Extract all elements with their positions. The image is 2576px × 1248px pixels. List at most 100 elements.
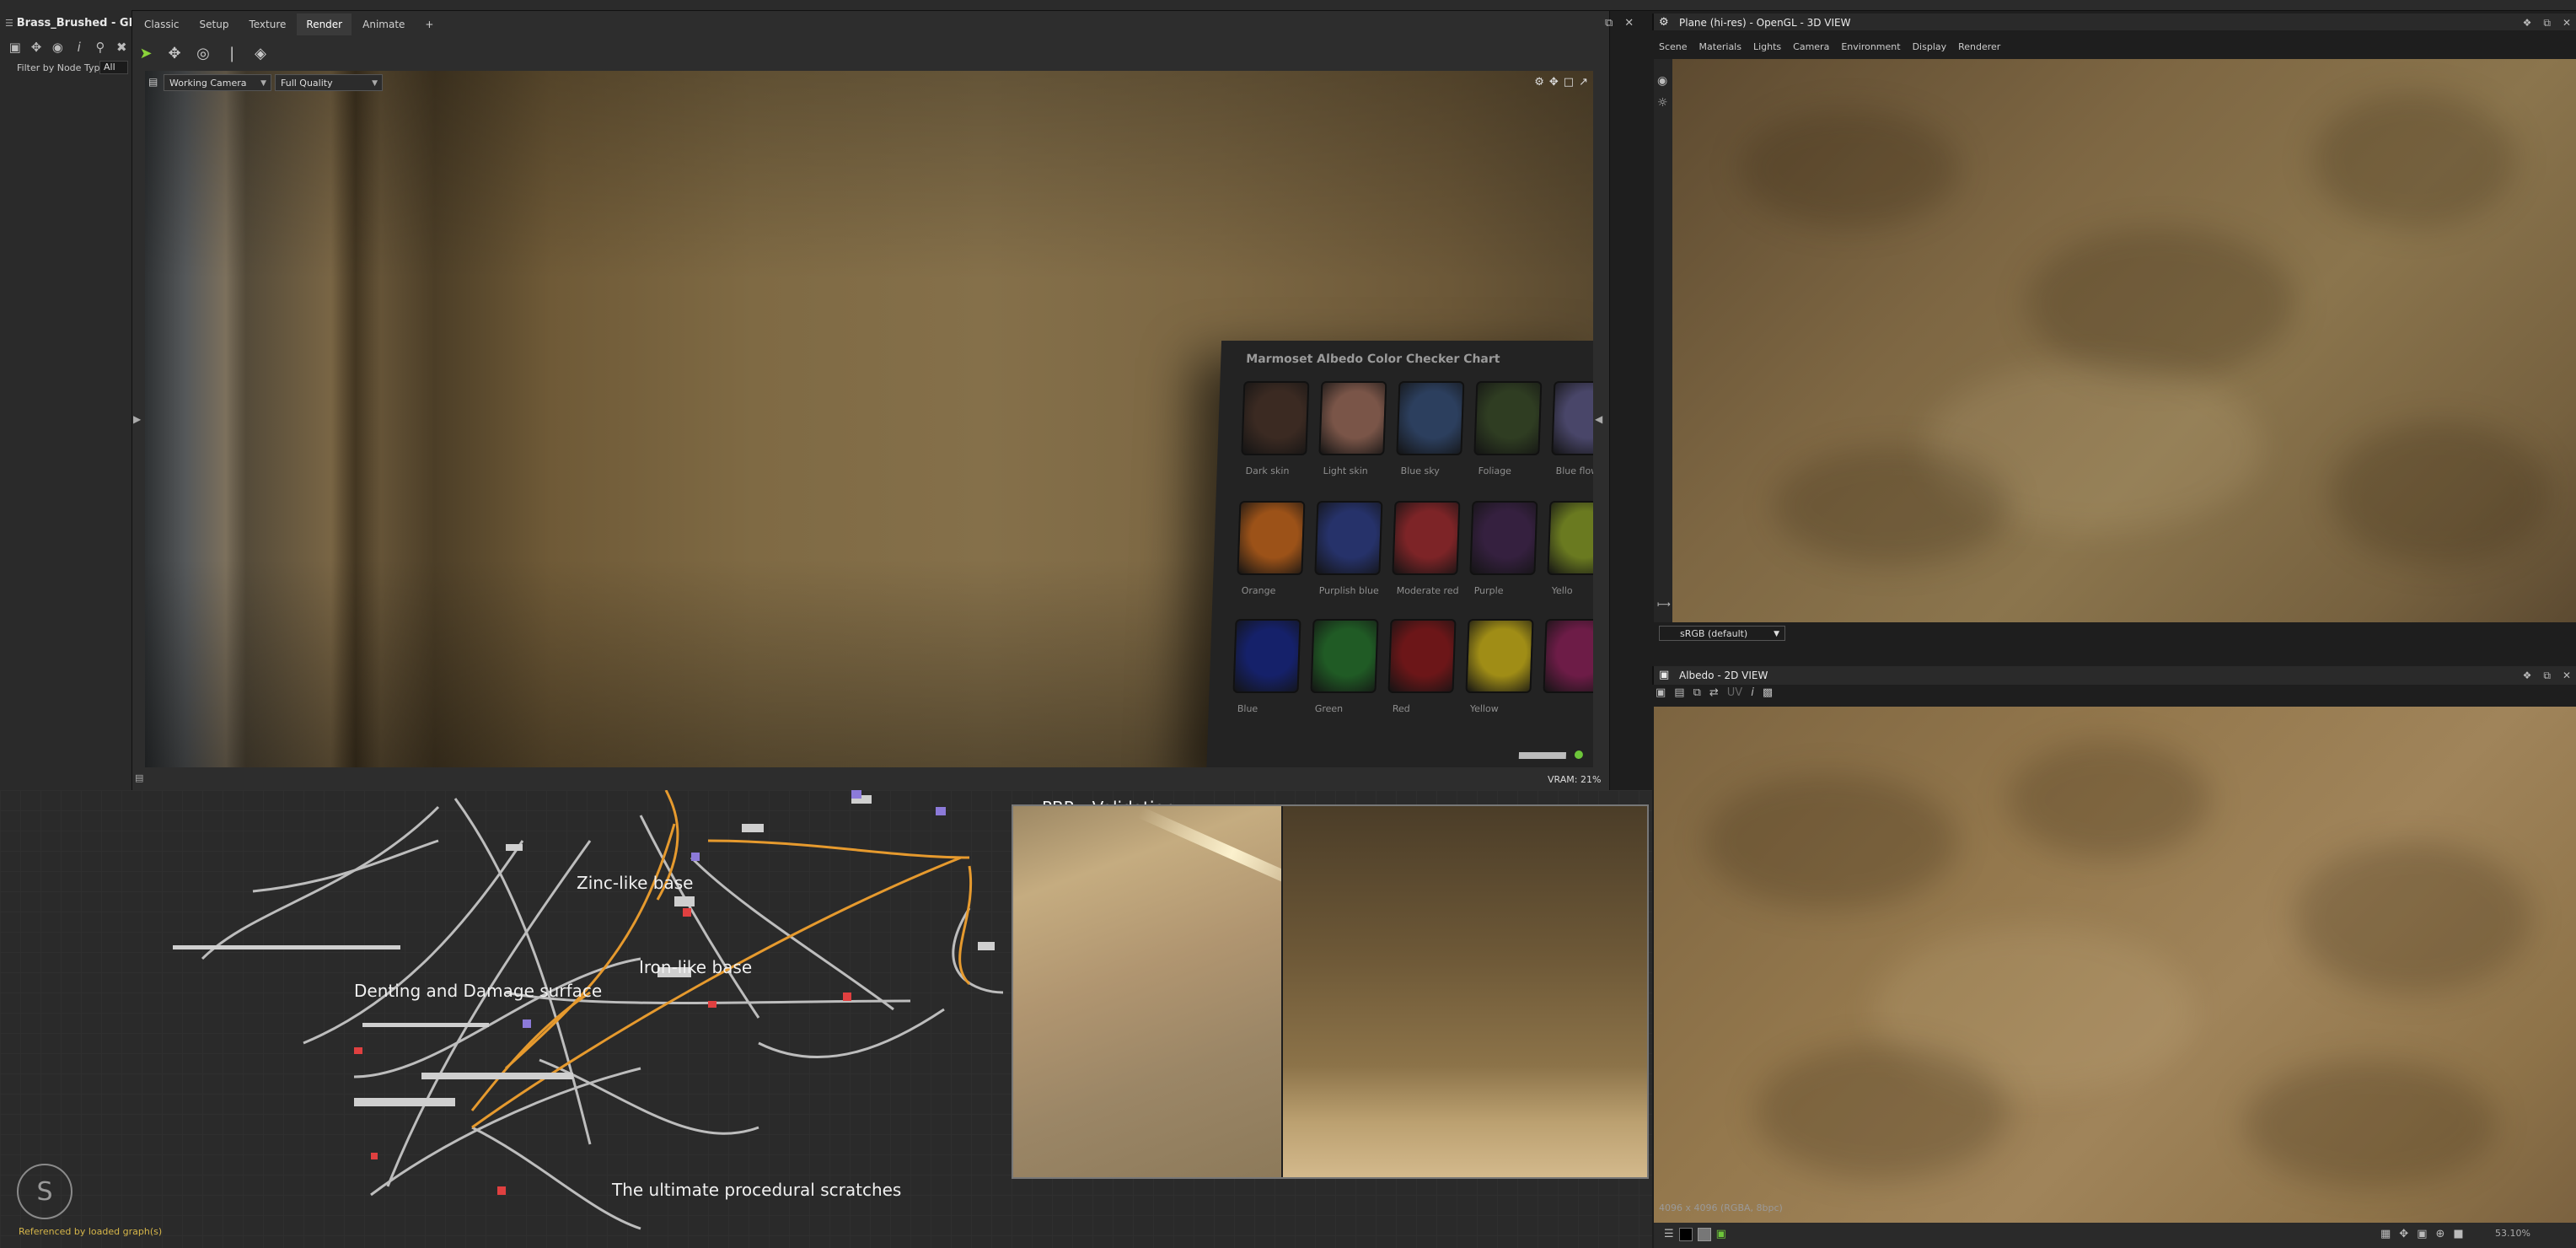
world-icon[interactable]: ◈ [250,42,271,64]
fit-icon[interactable]: ▣ [1656,686,1666,699]
pin-icon[interactable]: ❖ [2523,13,2532,32]
select-arrow-icon[interactable]: ➤ [135,42,157,64]
close-icon[interactable]: ✖ [114,39,130,56]
menu-renderer[interactable]: Renderer [1958,39,2000,56]
menu-camera[interactable]: Camera [1793,39,1829,56]
console-icon[interactable]: ▤ [135,772,143,783]
pbr-preview-right [1283,806,1647,1177]
nodes-icon[interactable]: ✥ [28,39,44,56]
tab-setup[interactable]: Setup [191,13,239,35]
close-icon[interactable]: ✕ [1624,17,1634,30]
frame-zinc-base[interactable]: Zinc-like base [577,873,693,893]
crosshair-icon[interactable]: ⊕ [2436,1228,2445,1240]
frame-icon[interactable]: ▣ [7,39,23,56]
menu-display[interactable]: Display [1913,39,1947,56]
move-icon[interactable]: ✥ [1549,76,1559,89]
menu-scene[interactable]: Scene [1659,39,1688,56]
viewport-icons: ⚙ ✥ □ ↗ [1534,76,1588,89]
tab-animate[interactable]: Animate [353,13,414,35]
image-icon[interactable]: ▣ [1716,1228,1726,1241]
tab-texture[interactable]: Texture [239,13,295,35]
camera-icon[interactable]: ◉ [1657,74,1672,88]
camera-select[interactable]: Working Camera ▼ [164,74,271,91]
save-icon[interactable]: ▤ [1674,686,1684,699]
gear-icon[interactable]: ⚙ [1659,13,1669,32]
close-icon[interactable]: ✕ [2563,666,2571,685]
tab-add[interactable]: + [416,13,443,35]
info-icon[interactable]: i [1751,686,1754,699]
info-icon[interactable]: i [71,39,87,56]
frame-iron-base[interactable]: Iron-like base [639,957,752,977]
chevron-down-icon: ▼ [260,79,266,88]
histogram-icon[interactable]: ▩ [1763,686,1773,699]
color-swatch [1543,619,1593,693]
float-icon[interactable]: ⧉ [1605,17,1613,30]
swatch-label: Yellow [1469,703,1499,714]
status-dot [1574,750,1584,759]
view3d-menu: Scene Materials Lights Camera Environmen… [1654,39,2000,56]
swatch-label: Yello [1551,585,1573,596]
status-text: Referenced by loaded graph(s) [19,1226,163,1237]
tile-icon[interactable]: ✥ [2399,1228,2408,1240]
pixel-icon[interactable]: ■ [2453,1228,2463,1240]
color-swatch [1547,501,1593,575]
view2d-viewport[interactable] [1654,707,2576,1223]
gear-icon[interactable]: ⚙ [1534,76,1544,89]
view3d-sidebar: ◉ ☼ ⟼ [1654,59,1672,622]
color-swatch [1314,501,1383,575]
swatch-label: Orange [1241,585,1276,596]
viewport-menu-icon[interactable]: ▤ [148,76,158,88]
grey-swatch-icon[interactable] [1697,1228,1711,1241]
grid-icon[interactable]: ▦ [2380,1228,2391,1240]
maximize-icon[interactable]: □ [1564,76,1574,89]
swatch-label: Red [1392,703,1410,714]
filter-select[interactable]: All [99,61,128,74]
chevron-down-icon: ▼ [372,79,378,88]
color-swatch [1232,619,1301,693]
swatch-label: Moderate red [1396,585,1459,596]
share-icon[interactable]: ⇄ [1709,686,1719,699]
colorspace-select[interactable]: sRGB (default) ▼ [1659,626,1785,641]
view3d-header: ⚙ Plane (hi-res) - OpenGL - 3D VIEW ❖ ⧉ … [1652,13,2576,30]
float-icon[interactable]: ⧉ [2543,13,2551,32]
view2d-header: ▣ Albedo - 2D VIEW ❖ ⧉ ✕ [1652,666,2576,685]
light-icon[interactable]: ☼ [1657,96,1672,110]
view3d-viewport[interactable] [1672,59,2576,622]
view3d-title: Plane (hi-res) - OpenGL - 3D VIEW [1679,17,1851,29]
close-icon[interactable]: ✕ [2563,13,2571,32]
menu-materials[interactable]: Materials [1699,39,1741,56]
tab-render[interactable]: Render [297,13,352,35]
vram-readout: VRAM: 21% [1548,774,1602,785]
swatch-label: Purple [1473,585,1504,596]
frame-scratches[interactable]: The ultimate procedural scratches [612,1180,901,1200]
menu-environment[interactable]: Environment [1841,39,1900,56]
menu-lights[interactable]: Lights [1753,39,1781,56]
scale-icon[interactable]: ❘ [221,42,243,64]
popout-icon[interactable]: ↗ [1579,76,1588,89]
quality-select[interactable]: Full Quality ▼ [275,74,383,91]
camera-icon[interactable]: ◉ [50,39,66,56]
color-swatch [1469,501,1538,575]
substance-logo: S [17,1164,72,1219]
pin-icon[interactable]: ❖ [2523,666,2532,685]
copy-icon[interactable]: ⧉ [1693,686,1701,699]
fit-icon[interactable]: ▣ [2417,1228,2427,1240]
search-icon[interactable]: ⚲ [92,39,108,56]
swatch-label: Dark skin [1245,465,1290,476]
render-viewport[interactable]: ▤ Working Camera ▼ Full Quality ▼ ⚙ ✥ □ ↗ … [145,71,1593,767]
viewport-toolbar: ➤ ✥ ◎ ❘ ◈ [135,39,271,67]
image-icon: ▣ [1659,669,1670,681]
layers-icon[interactable]: ☰ [1664,1228,1674,1241]
collapse-right-icon[interactable]: ◀ [1595,413,1602,425]
rotate-icon[interactable]: ◎ [192,42,214,64]
swatch-label: Blue flowe [1555,465,1593,476]
black-swatch-icon[interactable] [1678,1228,1693,1241]
frame-denting[interactable]: Denting and Damage surface [354,981,602,1001]
float-icon[interactable]: ⧉ [2543,666,2551,685]
translate-icon[interactable]: ✥ [164,42,185,64]
tab-classic[interactable]: Classic [135,13,189,35]
color-swatch [1396,381,1465,455]
uv-icon[interactable]: UV [1727,686,1742,699]
collapse-left-icon[interactable]: ▶ [133,413,141,425]
axis-icon[interactable]: ⟼ [1657,599,1672,610]
